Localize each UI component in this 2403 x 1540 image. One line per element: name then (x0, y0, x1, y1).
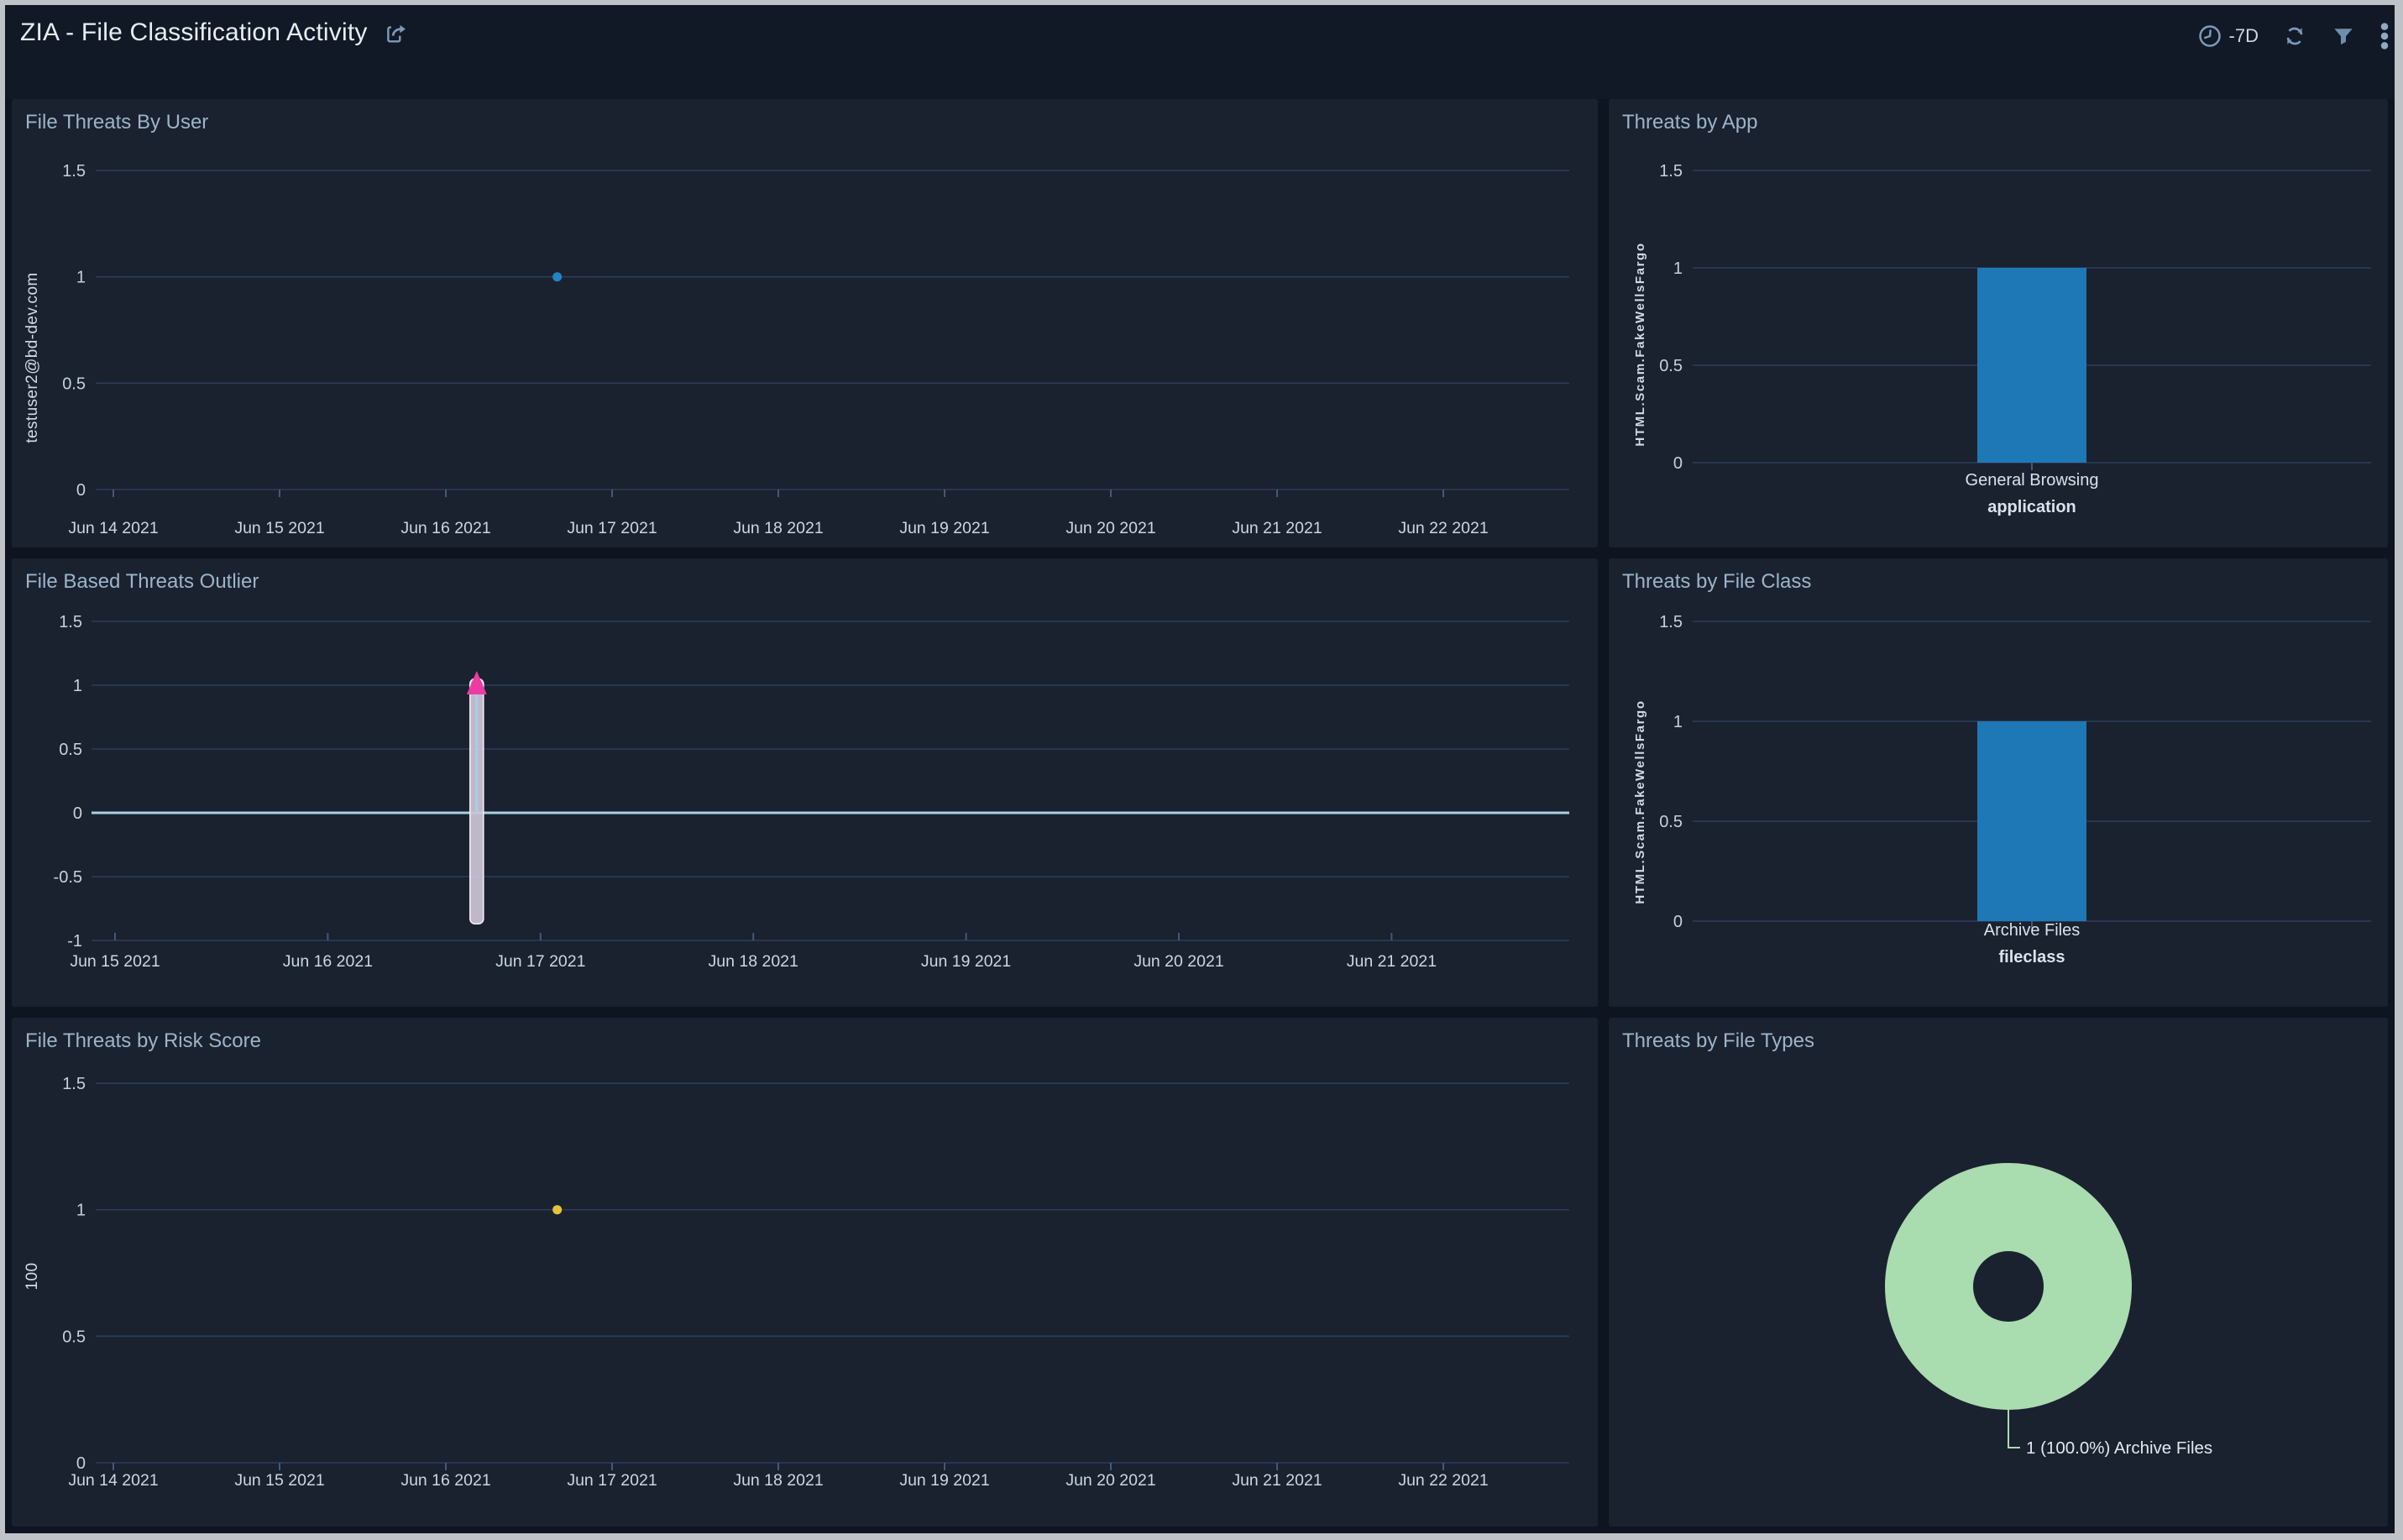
svg-text:General Browsing: General Browsing (1966, 471, 2099, 490)
threats-by-file-class-chart[interactable]: 0 0.5 1 1.5 HTML.Scam.FakeWellsFargo Archive … (1609, 558, 2388, 1007)
svg-text:1.5: 1.5 (59, 613, 82, 631)
svg-text:1: 1 (1673, 259, 1683, 278)
dashboard-grid: File Threats By User 0 0.5 1 1.5 Jun 14 2021… (12, 99, 2388, 1527)
svg-text:-1: -1 (67, 932, 82, 951)
svg-text:Jun 16 2021: Jun 16 2021 (283, 952, 373, 971)
svg-text:Jun 20 2021: Jun 20 2021 (1065, 519, 1155, 537)
svg-text:Jun 15 2021: Jun 15 2021 (70, 952, 160, 971)
svg-text:0.5: 0.5 (62, 1328, 86, 1346)
clock-icon (2197, 24, 2222, 49)
svg-text:Jun 17 2021: Jun 17 2021 (567, 519, 657, 537)
svg-text:Jun 21 2021: Jun 21 2021 (1232, 519, 1322, 537)
panel-threats-by-app[interactable]: Threats by App 0 0.5 1 1.5 HTML.Scam.FakeWel… (1609, 99, 2388, 547)
file-threats-by-user-chart[interactable]: 0 0.5 1 1.5 Jun 14 2021 Jun 15 2021 Jun 16 202… (12, 99, 1598, 547)
svg-text:-0.5: -0.5 (54, 868, 82, 887)
svg-text:Jun 17 2021: Jun 17 2021 (567, 1471, 657, 1490)
svg-text:Jun 21 2021: Jun 21 2021 (1232, 1471, 1322, 1490)
time-range-button[interactable]: -7D (2197, 24, 2259, 49)
svg-text:Jun 16 2021: Jun 16 2021 (400, 1471, 490, 1490)
svg-text:Jun 19 2021: Jun 19 2021 (899, 519, 989, 537)
filter-icon (2331, 24, 2356, 49)
threats-by-file-types-chart[interactable]: 1 (100.0%) Archive Files (1609, 1018, 2388, 1527)
svg-text:0: 0 (1673, 454, 1683, 473)
svg-text:1: 1 (76, 269, 86, 287)
panel-title-threats-by-app: Threats by App (1622, 111, 1757, 134)
svg-text:Jun 20 2021: Jun 20 2021 (1065, 1471, 1155, 1490)
filter-button[interactable] (2331, 24, 2356, 49)
file-threats-by-risk-score-chart[interactable]: 0 0.5 1 1.5 Jun 14 2021 Jun 15 2021 Jun 16 202… (12, 1018, 1598, 1527)
panel-file-threats-by-risk-score[interactable]: File Threats by Risk Score 0 0.5 1 1.5 Jun 1… (12, 1018, 1598, 1527)
refresh-icon (2282, 24, 2307, 49)
refresh-button[interactable] (2282, 24, 2307, 49)
panel-threats-by-file-types[interactable]: Threats by File Types 1 (100.0%) Archive… (1609, 1018, 2388, 1527)
dashboard-header: ZIA - File Classification Activity -7D (5, 5, 2395, 99)
svg-text:0: 0 (76, 481, 86, 500)
panel-file-based-threats-outlier[interactable]: File Based Threats Outlier -1 -0.5 0 0.5 1 1.… (12, 558, 1598, 1007)
threats-by-app-chart[interactable]: 0 0.5 1 1.5 HTML.Scam.FakeWellsFargo General … (1609, 99, 2388, 547)
panel-threats-by-file-class[interactable]: Threats by File Class 0 0.5 1 1.5 HTML.Scam.… (1609, 558, 2388, 1007)
svg-text:Jun 19 2021: Jun 19 2021 (899, 1471, 989, 1490)
svg-text:Jun 14 2021: Jun 14 2021 (68, 519, 158, 537)
svg-text:Jun 18 2021: Jun 18 2021 (733, 1471, 823, 1490)
svg-text:HTML.Scam.FakeWellsFargo: HTML.Scam.FakeWellsFargo (1633, 699, 1647, 904)
svg-text:100: 100 (24, 1263, 41, 1291)
file-based-threats-outlier-chart[interactable]: -1 -0.5 0 0.5 1 1.5 Jun 15 2021 Jun 16 2021 Jun … (12, 558, 1598, 1007)
panel-title-threats-by-file-class: Threats by File Class (1622, 570, 1811, 594)
svg-text:1.5: 1.5 (62, 162, 86, 181)
svg-text:Jun 16 2021: Jun 16 2021 (400, 519, 490, 537)
svg-text:Jun 20 2021: Jun 20 2021 (1133, 952, 1223, 971)
svg-text:Jun 19 2021: Jun 19 2021 (921, 952, 1011, 971)
panel-title-file-threats-by-risk-score: File Threats by Risk Score (25, 1029, 261, 1053)
svg-text:1.5: 1.5 (1659, 613, 1683, 631)
svg-text:application: application (1987, 498, 2076, 516)
svg-text:0: 0 (73, 804, 82, 823)
svg-text:1.5: 1.5 (62, 1075, 86, 1093)
svg-text:0.5: 0.5 (1659, 813, 1683, 831)
panel-title-file-based-threats-outlier: File Based Threats Outlier (25, 570, 259, 594)
time-range-value: -7D (2229, 25, 2259, 47)
share-icon (383, 18, 411, 47)
svg-text:Jun 21 2021: Jun 21 2021 (1347, 952, 1437, 971)
svg-text:Jun 17 2021: Jun 17 2021 (495, 952, 585, 971)
svg-text:HTML.Scam.FakeWellsFargo: HTML.Scam.FakeWellsFargo (1633, 242, 1647, 446)
svg-text:Jun 15 2021: Jun 15 2021 (234, 519, 324, 537)
svg-text:Jun 15 2021: Jun 15 2021 (234, 1471, 324, 1490)
svg-text:Archive Files: Archive Files (1984, 921, 2080, 940)
svg-text:1: 1 (1673, 713, 1683, 731)
kebab-menu-icon (2379, 22, 2390, 50)
svg-text:0.5: 0.5 (59, 741, 82, 759)
svg-text:1 (100.0%) Archive Files: 1 (100.0%) Archive Files (2026, 1438, 2212, 1458)
panel-title-threats-by-file-types: Threats by File Types (1622, 1029, 1814, 1053)
share-button[interactable] (383, 18, 411, 47)
svg-text:Jun 14 2021: Jun 14 2021 (68, 1471, 158, 1490)
svg-text:testuser2@bd-dev.com: testuser2@bd-dev.com (24, 272, 41, 443)
svg-text:0.5: 0.5 (62, 375, 86, 393)
panel-title-file-threats-by-user: File Threats By User (25, 111, 208, 134)
kebab-menu-button[interactable] (2379, 22, 2390, 50)
svg-text:Jun 22 2021: Jun 22 2021 (1398, 519, 1488, 537)
svg-text:Jun 22 2021: Jun 22 2021 (1398, 1471, 1488, 1490)
svg-text:Jun 18 2021: Jun 18 2021 (733, 519, 823, 537)
panel-file-threats-by-user[interactable]: File Threats By User 0 0.5 1 1.5 Jun 14 2021… (12, 99, 1598, 547)
svg-text:0: 0 (76, 1454, 86, 1473)
header-controls: -7D (2197, 5, 2395, 50)
dashboard-window: ZIA - File Classification Activity -7D (5, 5, 2395, 1533)
svg-text:fileclass: fileclass (1999, 948, 2065, 966)
svg-text:1.5: 1.5 (1659, 162, 1683, 181)
svg-text:0: 0 (1673, 913, 1683, 931)
svg-text:1: 1 (76, 1202, 86, 1220)
page-title: ZIA - File Classification Activity (20, 18, 368, 47)
svg-text:0.5: 0.5 (1659, 357, 1683, 375)
svg-text:1: 1 (73, 677, 82, 695)
svg-text:Jun 18 2021: Jun 18 2021 (709, 952, 798, 971)
